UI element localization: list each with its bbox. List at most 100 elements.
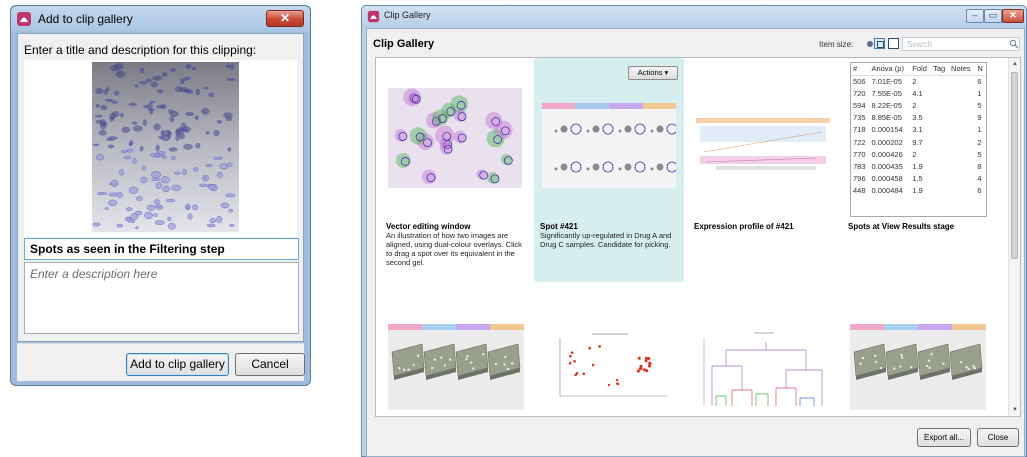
clip-thumbnail-dendrogram[interactable] [696,330,830,410]
table-cell: 6 [977,76,982,86]
clip-gallery-window: Clip Gallery – ▭ ✕ Clip Gallery Item siz… [361,5,1027,457]
clip-thumbnail-pca-plot[interactable] [542,330,676,410]
table-header-row: # Anova (p) Fold Tag Notes N [851,63,986,76]
table-cell: 2 [912,149,917,159]
clip-description: An illustration of how two images are al… [386,231,522,267]
table-cell: 594 [853,100,866,110]
scroll-up-icon[interactable]: ▲ [1012,61,1018,67]
table-row[interactable]: 770 0.000426 2 5 [851,148,986,160]
clip-thumbnail-3d-gels[interactable] [850,324,986,410]
table-cell: 3.1 [912,125,923,135]
clip-thumbnail-3d-gels[interactable] [388,324,524,410]
table-cell: 1.9 [912,161,923,171]
table-cell: 0.000458 [871,174,903,184]
vertical-scrollbar[interactable]: ▲ ▼ [1008,58,1020,416]
column-header: Tag [931,63,950,76]
table-cell [949,185,975,197]
table-cell: 718 [853,125,866,135]
table-cell: 0.000202 [871,137,903,147]
table-cell: 506 [853,76,866,86]
table-cell [931,160,949,172]
table-cell: 9.7 [912,137,923,147]
item-size-label: Item size: [819,40,854,49]
minimize-button[interactable]: – [966,9,984,23]
clip-card[interactable]: # Anova (p) Fold Tag Notes N 506 7.01E-05… [842,58,992,282]
search-input[interactable] [902,37,1020,51]
table-cell: 2 [912,76,917,86]
clip-title: Spot #421 [540,222,578,231]
export-all-button[interactable]: Export all... [917,428,971,447]
results-table-thumbnail: # Anova (p) Fold Tag Notes N 506 7.01E-05… [850,62,987,217]
clip-title: Spots at View Results stage [848,222,955,231]
dialog-prompt: Enter a title and description for this c… [24,43,257,57]
table-cell: 720 [853,88,866,98]
gallery-titlebar: Clip Gallery – ▭ ✕ [362,6,1026,27]
cancel-button[interactable]: Cancel [235,353,305,376]
table-cell: 0.000484 [871,186,903,196]
table-cell [949,136,975,148]
dialog-body: Enter a title and description for this c… [17,33,304,342]
gallery-heading: Clip Gallery [373,38,435,50]
table-cell: 4 [977,174,982,184]
app-icon [17,12,31,26]
column-header: Fold [910,63,932,76]
column-header: Notes [949,63,976,76]
scroll-down-icon[interactable]: ▼ [1012,407,1018,413]
item-size-medium-option[interactable] [874,38,885,49]
table-cell [931,136,949,148]
gallery-footer: Export all... Close [367,419,1024,456]
maximize-button[interactable]: ▭ [984,9,1002,23]
table-cell [949,99,975,111]
scrollbar-thumb[interactable] [1011,72,1018,259]
table-row[interactable]: 506 7.01E-05 2 6 [851,75,986,87]
dialog-titlebar: Add to clip gallery ✕ [11,6,310,32]
table-row[interactable]: 735 8.85E-05 3.5 9 [851,112,986,124]
table-row[interactable]: 594 8.22E-05 2 5 [851,99,986,111]
clip-card[interactable]: Expression profile of #421 [688,58,838,282]
table-cell [949,173,975,185]
table-row[interactable]: 448 0.000484 1.9 6 [851,185,986,197]
table-cell [931,124,949,136]
gallery-window-title: Clip Gallery [384,10,431,20]
clip-thumbnail [388,88,522,188]
table-cell [949,112,975,124]
table-row[interactable]: 720 7.55E-05 4.1 1 [851,87,986,99]
table-cell: 5 [977,149,982,159]
search-icon[interactable] [1009,39,1019,49]
table-row[interactable]: 783 0.000435 1.9 8 [851,160,986,172]
column-header: # [851,63,870,76]
results-table: # Anova (p) Fold Tag Notes N 506 7.01E-05… [851,63,986,197]
table-cell: 1.5 [912,174,923,184]
table-cell [931,185,949,197]
table-cell: 6 [977,186,982,196]
table-cell [931,87,949,99]
table-cell [931,148,949,160]
add-to-clip-gallery-button[interactable]: Add to clip gallery [126,353,229,376]
clip-title: Expression profile of #421 [694,222,794,231]
clip-grid: Vector editing window An illustration of… [375,57,1021,417]
add-to-clip-gallery-dialog: Add to clip gallery ✕ Enter a title and … [10,5,311,386]
table-cell: 9 [977,113,982,123]
table-row[interactable]: 718 0.000154 3.1 1 [851,124,986,136]
table-cell: 8.22E-05 [871,100,902,110]
table-cell: 0.000435 [871,161,903,171]
table-cell: 770 [853,149,866,159]
clip-card[interactable]: Vector editing window An illustration of… [380,58,530,282]
table-cell: 722 [853,137,866,147]
actions-dropdown-button[interactable]: Actions ▾ [628,66,678,80]
table-cell: 3.5 [912,113,923,123]
clip-description-input[interactable] [24,262,299,334]
close-button[interactable]: Close [977,428,1019,447]
table-cell [931,75,949,87]
dialog-close-button[interactable]: ✕ [266,10,304,27]
column-header: N [975,63,986,76]
item-size-large-option[interactable] [888,38,899,49]
item-size-small-option[interactable] [867,41,873,47]
table-row[interactable]: 722 0.000202 9.7 2 [851,136,986,148]
table-cell [949,124,975,136]
table-row[interactable]: 796 0.000458 1.5 4 [851,173,986,185]
window-close-button[interactable]: ✕ [1002,9,1024,23]
clip-card-selected[interactable]: Actions ▾ Spot #421 Significantly up-reg… [534,58,684,282]
table-cell: 8 [977,161,982,171]
clip-title-input[interactable] [24,238,299,260]
